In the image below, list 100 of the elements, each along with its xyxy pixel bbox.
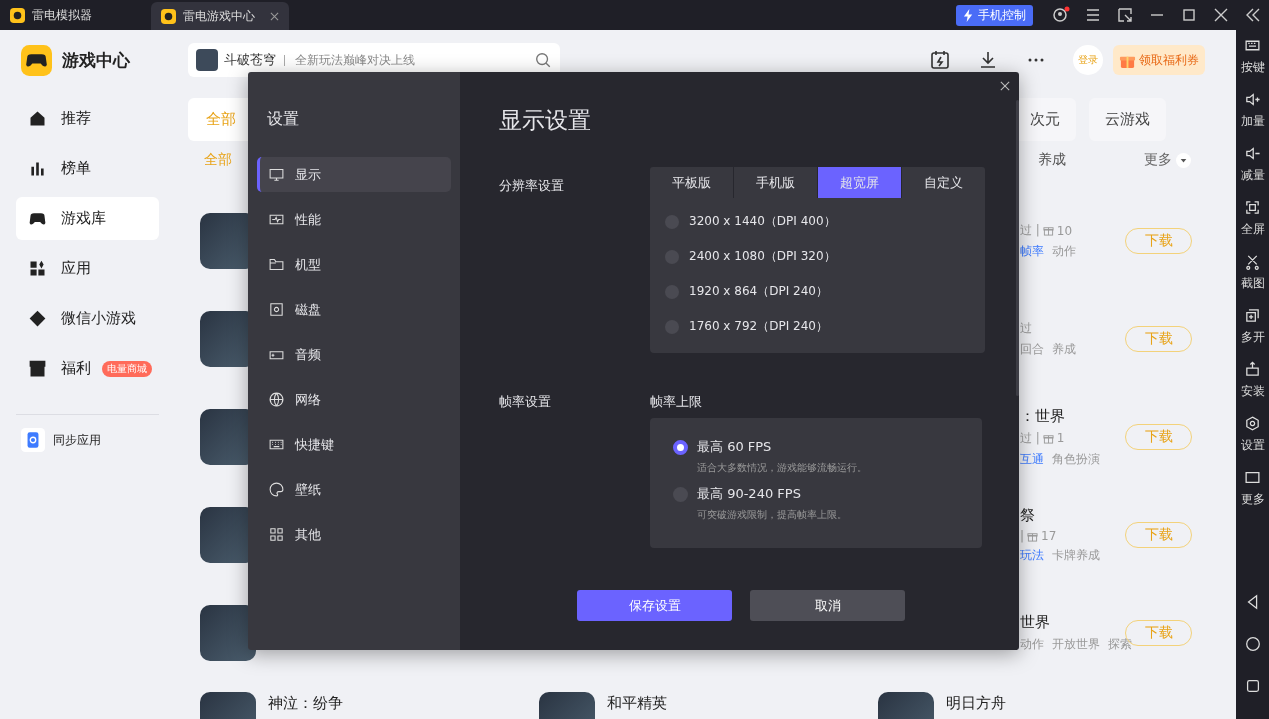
toolbar-button[interactable]: 全屏 <box>1240 196 1265 250</box>
game-tag: 玩法 <box>1020 547 1044 564</box>
apk-icon <box>1244 361 1261 378</box>
played-info: 过 <box>1020 320 1032 337</box>
calendar-icon[interactable] <box>929 49 951 71</box>
resolution-option[interactable]: 1760 x 792（DPI 240） <box>665 309 985 344</box>
gift-count: 1 <box>1056 431 1065 445</box>
game-thumbnail-placeholder <box>196 49 218 71</box>
nav-item[interactable]: 微信小游戏 <box>16 297 159 340</box>
volume-up-icon <box>1244 91 1261 108</box>
category-tab[interactable]: 云游戏 <box>1089 98 1166 141</box>
nav-item[interactable]: 应用 <box>16 247 159 290</box>
settings-icon <box>1244 415 1261 432</box>
gamepad-logo-icon <box>21 44 52 76</box>
game-tag: 动作 <box>1020 636 1044 653</box>
fps-option-label[interactable]: 最高 90-240 FPS <box>697 485 801 503</box>
home-icon[interactable] <box>1243 635 1262 653</box>
nav-item[interactable]: 福利 电量商城 <box>16 347 159 390</box>
globe-icon <box>268 391 285 408</box>
sync-apps-link[interactable]: 同步应用 <box>16 428 159 452</box>
nav-item[interactable]: 榜单 <box>16 147 159 190</box>
window-tab[interactable]: 雷电游戏中心 <box>151 2 289 30</box>
option-description: 适合大多数情况，游戏能够流畅运行。 <box>697 461 868 475</box>
volume-down-icon <box>1244 145 1261 162</box>
window-tab[interactable]: 雷电模拟器 <box>0 0 148 30</box>
cancel-button[interactable]: 取消 <box>750 590 905 621</box>
window-arrow-icon[interactable] <box>1115 5 1135 25</box>
game-title: 明日方舟 <box>946 694 1006 714</box>
settings-nav-item[interactable]: 性能 <box>257 202 451 237</box>
game-tag: 卡牌养成 <box>1052 547 1100 564</box>
scrollbar[interactable] <box>1016 100 1019 396</box>
settings-nav-item[interactable]: 机型 <box>257 247 451 282</box>
save-button[interactable]: 保存设置 <box>577 590 732 621</box>
resolution-tab[interactable]: 平板版 <box>650 167 733 198</box>
scissors-icon <box>1244 253 1261 270</box>
toolbar-button[interactable]: 加量 <box>1240 88 1265 142</box>
search-icon[interactable] <box>534 51 552 69</box>
settings-nav-item[interactable]: 显示 <box>257 157 451 192</box>
lightning-icon <box>963 8 974 22</box>
gift-count: 10 <box>1056 223 1073 238</box>
more-filter-dropdown[interactable]: 更多 <box>1144 151 1191 169</box>
toolbar-button[interactable]: 按键 <box>1240 34 1265 88</box>
game-title: ：世界 <box>1020 406 1066 426</box>
game-tag: 养成 <box>1052 341 1076 358</box>
game-tag: 回合 <box>1020 341 1044 358</box>
nav-item[interactable]: 推荐 <box>16 97 159 140</box>
fullscreen-icon <box>1244 199 1261 216</box>
grid-icon <box>268 526 285 543</box>
add-window-icon <box>1244 307 1261 324</box>
search-bar[interactable]: 斗破苍穹 全新玩法巅峰对决上线 <box>188 43 560 77</box>
game-tag: 开放世界 <box>1052 636 1100 653</box>
nav-item[interactable]: 游戏库 <box>16 197 159 240</box>
option-description: 可突破游戏限制，提高帧率上限。 <box>697 508 848 522</box>
phone-control-button[interactable]: 手机控制 <box>956 4 1033 26</box>
dialog-title: 设置 <box>267 109 300 130</box>
close-tab-icon[interactable] <box>270 11 279 21</box>
caret-icon <box>1176 152 1191 168</box>
toolbar-button[interactable]: 减量 <box>1240 142 1265 196</box>
game-tag: 角色扮演 <box>1052 450 1100 468</box>
app-title: 游戏中心 <box>62 48 130 72</box>
toolbar-button[interactable]: 截图 <box>1240 250 1265 304</box>
toolbar-button[interactable]: 设置 <box>1240 412 1265 466</box>
toolbar-button[interactable]: 安装 <box>1240 358 1265 412</box>
close-icon[interactable] <box>1000 81 1010 91</box>
radio-button[interactable] <box>673 439 688 455</box>
search-input[interactable]: 全新玩法巅峰对决上线 <box>293 52 528 68</box>
game-tag: 动作 <box>1052 243 1076 260</box>
settings-nav-item[interactable]: 快捷键 <box>257 427 451 462</box>
game-title: 世界 <box>1020 613 1051 632</box>
settings-nav-item[interactable]: 音频 <box>257 337 451 372</box>
played-info: | <box>1020 529 1025 543</box>
resolution-option[interactable]: 1920 x 864（DPI 240） <box>665 274 985 309</box>
settings-nav-item[interactable]: 磁盘 <box>257 292 451 327</box>
resolution-option[interactable]: 2400 x 1080（DPI 320） <box>665 239 985 274</box>
setting-label: 分辨率设置 <box>499 177 565 195</box>
setting-label: 帧率设置 <box>499 393 552 411</box>
game-title: 神泣：纷争 <box>268 694 343 714</box>
resolution-option[interactable]: 3200 x 1440（DPI 400） <box>665 204 985 239</box>
gift-count: 17 <box>1041 529 1057 543</box>
game-title: 和平精英 <box>607 694 667 714</box>
game-title: 祭 <box>1020 506 1036 525</box>
app-logo-icon <box>10 7 25 23</box>
toolbar-button[interactable]: 多开 <box>1240 304 1265 358</box>
resolution-tab[interactable]: 超宽屏 <box>817 167 901 198</box>
game-tag: 互通 <box>1020 450 1044 468</box>
section-heading: 显示设置 <box>499 106 592 135</box>
filter-tab[interactable]: 养成 <box>1022 151 1066 169</box>
phone-sync-icon <box>21 428 45 452</box>
fps-option-label[interactable]: 最高 60 FPS <box>697 438 772 456</box>
played-info: 过 | <box>1020 429 1040 447</box>
folder-icon <box>268 256 285 273</box>
monitor-icon <box>268 166 285 183</box>
settings-nav-item[interactable]: 壁纸 <box>257 472 451 507</box>
settings-nav-item[interactable]: 其他 <box>257 517 451 552</box>
palette-icon <box>268 481 285 498</box>
setting-sublabel: 帧率上限 <box>650 393 703 411</box>
played-info: 过 | <box>1020 222 1040 239</box>
settings-nav-item[interactable]: 网络 <box>257 382 451 417</box>
toolbar-button[interactable]: 更多 <box>1240 466 1265 520</box>
diamond-icon <box>27 308 48 329</box>
